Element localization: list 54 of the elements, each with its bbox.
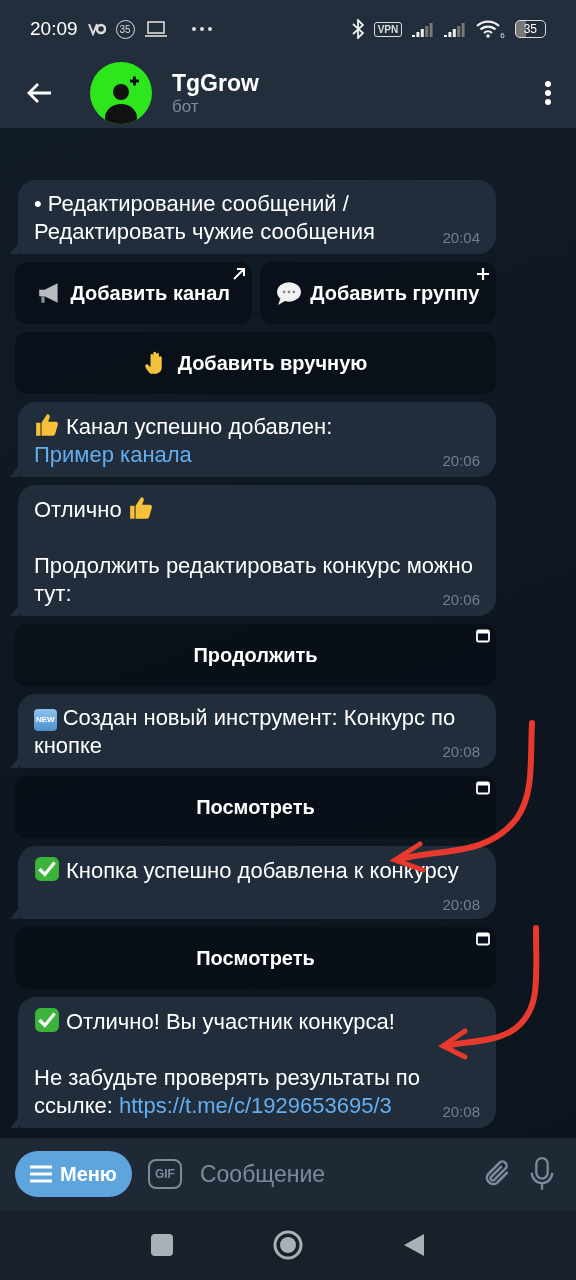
thumbs-up-icon	[34, 412, 60, 438]
new-badge: NEW	[34, 709, 57, 731]
notification-icon	[87, 22, 106, 36]
window-icon	[476, 629, 490, 643]
message-time: 20:04	[442, 228, 480, 248]
home-icon[interactable]	[273, 1230, 303, 1260]
status-time: 20:09	[30, 18, 78, 40]
chat-title: TgGrow	[172, 69, 260, 97]
inline-button[interactable]: Посмотреть	[15, 927, 496, 989]
back-arrow-icon[interactable]	[26, 82, 52, 104]
recent-apps-icon[interactable]	[151, 1234, 173, 1256]
message-text: Отлично	[34, 495, 480, 524]
message-time: 20:08	[442, 895, 480, 915]
gif-button[interactable]: GIF	[147, 1159, 182, 1189]
inline-button[interactable]: Посмотреть	[15, 776, 496, 838]
message-text: Не забудьте проверять результаты по ссылке: https://t.me/c/1929653695/3 20:08	[34, 1064, 480, 1120]
message-link[interactable]: https://t.me/c/1929653695/3	[119, 1093, 392, 1118]
signal-icon	[444, 21, 467, 37]
bluetooth-icon	[351, 19, 364, 39]
battery-indicator: 35	[514, 20, 546, 38]
vpn-indicator: VPN	[373, 21, 403, 37]
message-time: 20:06	[442, 590, 480, 610]
message-time: 20:08	[442, 1102, 480, 1122]
message-text: • Редактирование сообщений / Редактировать чужие сообщения 20:04	[34, 190, 480, 246]
inline-button[interactable]: Продолжить	[15, 624, 496, 686]
laptop-icon	[144, 21, 167, 37]
diagonal-arrow-icon	[231, 267, 246, 281]
checkmark-icon	[34, 1007, 60, 1033]
thumbs-up-icon	[127, 495, 154, 521]
message-time: 20:08	[442, 742, 480, 762]
wifi-icon	[476, 20, 501, 38]
more-icon	[190, 26, 213, 32]
message-field[interactable]: Сообщение	[197, 1159, 466, 1189]
chat-subtitle: бот	[172, 96, 200, 117]
wifi-label: 6	[500, 31, 505, 40]
plus-icon	[476, 267, 490, 281]
window-icon	[476, 781, 490, 795]
inline-button[interactable]: Добавить группу	[259, 262, 496, 324]
microphone-icon[interactable]	[528, 1157, 556, 1191]
back-icon[interactable]	[403, 1233, 425, 1257]
checkmark-icon	[34, 856, 60, 882]
speech-bubble-icon	[276, 280, 303, 306]
message-time: 20:06	[442, 451, 480, 471]
message-text: NEW Создан новый инструмент: Конкурс по кнопке 20:08	[34, 704, 480, 760]
menu-icon	[30, 1165, 52, 1183]
inline-button[interactable]: Добавить канал	[15, 262, 252, 324]
more-options-icon[interactable]	[544, 81, 552, 105]
message-text: Канал успешно добавлен: Пример канала 20:06	[34, 412, 480, 469]
message-text: Отлично! Вы участник конкурса!	[34, 1007, 480, 1036]
message-text: Продолжить редактировать конкурс можно тут: 20:06	[34, 552, 480, 608]
message-link[interactable]: Пример канала	[34, 442, 192, 467]
inline-button[interactable]: Добавить вручную	[15, 332, 496, 394]
signal-icon	[412, 21, 435, 37]
window-icon	[476, 932, 490, 946]
